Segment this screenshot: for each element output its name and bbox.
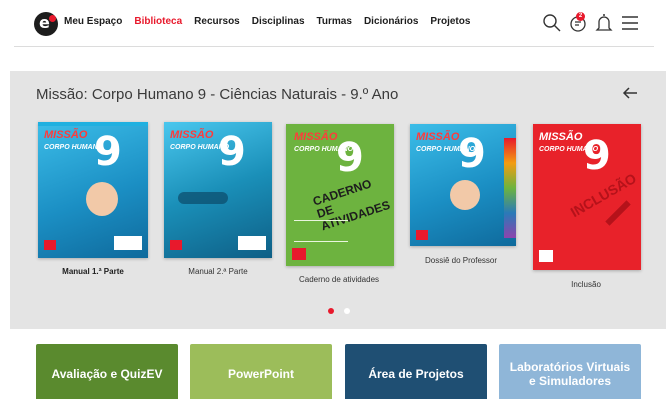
book-manual-1[interactable]: MISSÃO CORPO HUMANO 9 Manual 1.ª Parte	[36, 122, 150, 282]
page-title: Missão: Corpo Humano 9 - Ciências Natura…	[36, 86, 399, 103]
nav-item-projetos[interactable]: Projetos	[430, 16, 470, 27]
tile-laboratorios-virtuais[interactable]: Laboratórios Virtuais e Simuladores	[499, 344, 641, 399]
book-cover: MISSÃO CORPO HUMANO 9 INCLUSÃO	[533, 124, 641, 270]
nav-item-dicionarios[interactable]: Dicionários	[364, 16, 418, 27]
nav-item-recursos[interactable]: Recursos	[194, 16, 240, 27]
pagination-dot[interactable]	[344, 308, 350, 314]
bell-icon[interactable]	[594, 12, 614, 34]
nav-item-meu-espaco[interactable]: Meu Espaço	[64, 16, 122, 27]
header-actions: 2	[542, 12, 640, 34]
top-navigation: e Meu Espaço Biblioteca Recursos Discipl…	[0, 0, 666, 48]
nav-item-biblioteca[interactable]: Biblioteca	[134, 16, 182, 27]
carousel-pagination	[328, 308, 350, 314]
search-icon[interactable]	[542, 12, 562, 34]
menu-icon[interactable]	[620, 12, 640, 34]
notification-badge: 2	[576, 12, 585, 21]
tile-area-projetos[interactable]: Área de Projetos	[345, 344, 487, 399]
main-menu: Meu Espaço Biblioteca Recursos Disciplin…	[64, 16, 470, 27]
book-label: Manual 1.ª Parte	[62, 267, 124, 276]
book-dossie-professor[interactable]: MISSÃO CORPO HUMANO 9 Dossiê do Professo…	[408, 124, 516, 274]
book-label: Inclusão	[571, 280, 601, 289]
pagination-dot-active[interactable]	[328, 308, 334, 314]
book-cover: MISSÃO CORPO HUMANO 9 CADERNO DE ATIVIDA…	[286, 124, 394, 266]
back-arrow-icon[interactable]	[622, 86, 638, 100]
book-caderno-atividades[interactable]: MISSÃO CORPO HUMANO 9 CADERNO DE ATIVIDA…	[282, 124, 396, 294]
book-cover: MISSÃO CORPO HUMANO 9	[164, 122, 272, 258]
tile-avaliacao-quizev[interactable]: Avaliação e QuizEV	[36, 344, 178, 399]
book-inclusao[interactable]: MISSÃO CORPO HUMANO 9 INCLUSÃO Inclusão	[530, 124, 642, 294]
library-carousel: Missão: Corpo Humano 9 - Ciências Natura…	[10, 71, 666, 329]
notifications-chat-icon[interactable]: 2	[568, 12, 588, 34]
header-divider	[14, 46, 654, 47]
nav-item-turmas[interactable]: Turmas	[317, 16, 352, 27]
book-manual-2[interactable]: MISSÃO CORPO HUMANO 9 Manual 2.ª Parte	[162, 122, 274, 282]
book-label: Dossiê do Professor	[424, 256, 498, 265]
tile-powerpoint[interactable]: PowerPoint	[190, 344, 332, 399]
nav-item-disciplinas[interactable]: Disciplinas	[252, 16, 305, 27]
book-label: Caderno de atividades	[298, 275, 380, 284]
book-cover: MISSÃO CORPO HUMANO 9	[410, 124, 516, 246]
book-cover: MISSÃO CORPO HUMANO 9	[38, 122, 148, 258]
book-label: Manual 2.ª Parte	[188, 267, 248, 276]
logo[interactable]: e	[34, 12, 58, 36]
